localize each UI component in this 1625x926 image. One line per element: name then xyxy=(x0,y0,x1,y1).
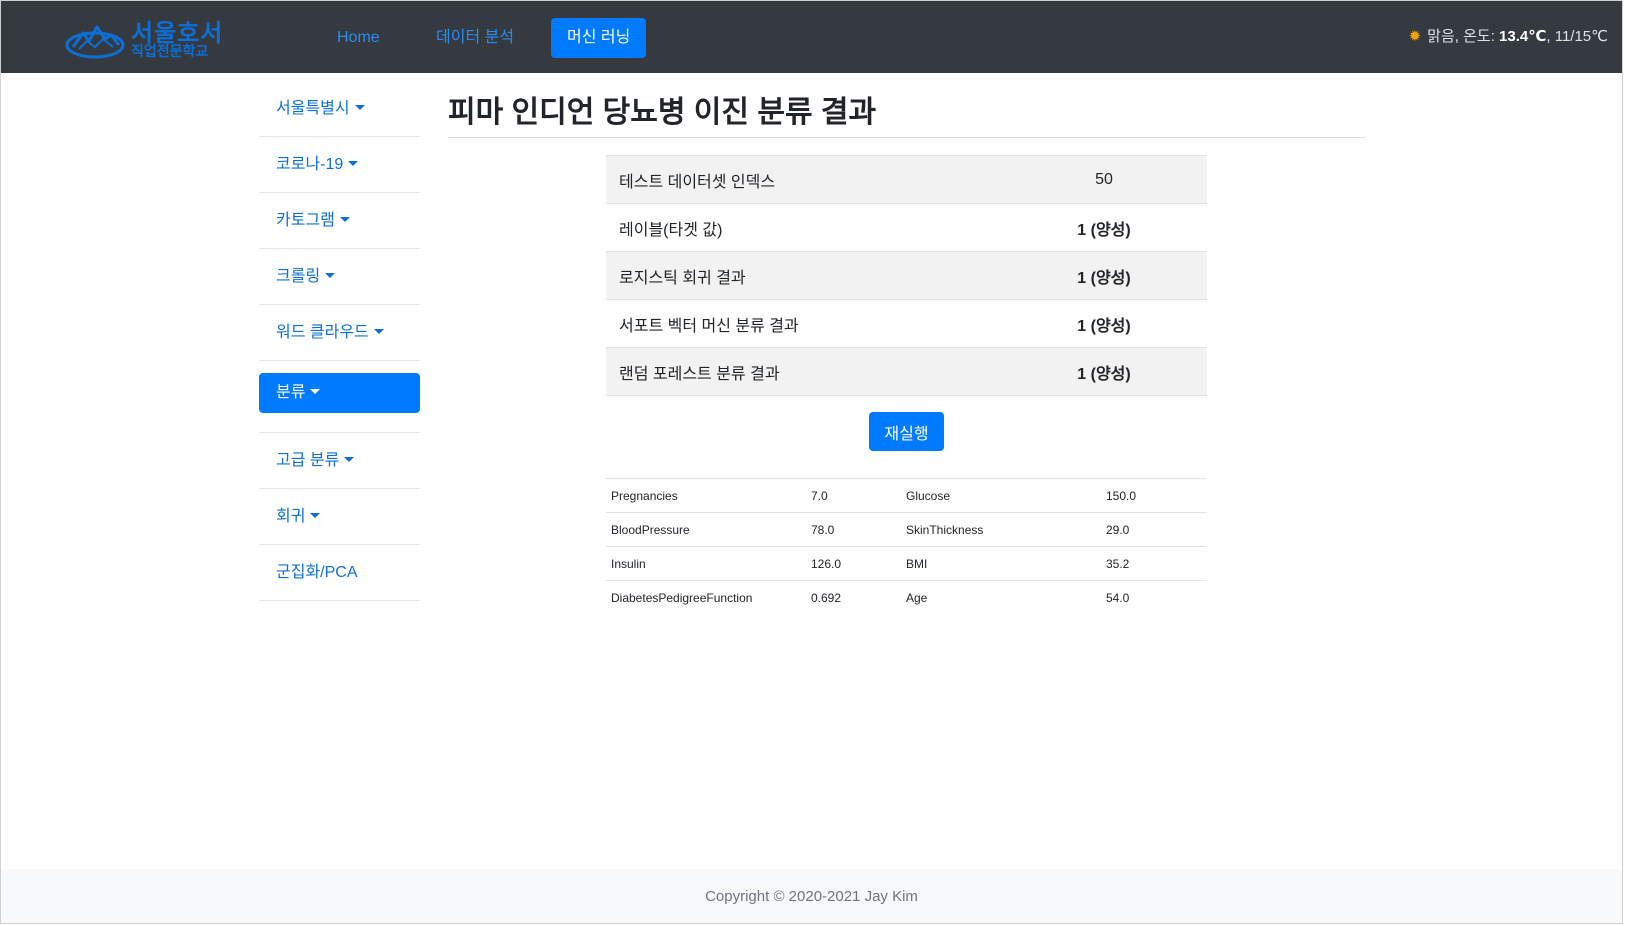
table-row: BloodPressure 78.0 SkinThickness 29.0 xyxy=(606,512,1207,547)
result-value: 1 (양성) xyxy=(1001,299,1207,348)
table-row: 로지스틱 회귀 결과 1 (양성) xyxy=(606,251,1207,300)
sidebar-item-label: 군집화/PCA xyxy=(276,564,358,581)
feature-value: 7.0 xyxy=(806,478,901,513)
app-window: 서울호서 직업전문학교 Home 데이터 분석 머신 러닝 ✹ 맑음, 온도: 1… xyxy=(0,0,1623,924)
feature-value: 29.0 xyxy=(1101,512,1207,547)
title-divider xyxy=(448,137,1366,138)
feature-name: Pregnancies xyxy=(606,478,806,513)
sidebar: 서울특별시 코로나-19 카토그램 크롤링 워드 클라우드 분류 고급 분류 회… xyxy=(259,81,420,601)
sidebar-item-seoul[interactable]: 서울특별시 xyxy=(259,81,420,137)
table-row: Pregnancies 7.0 Glucose 150.0 xyxy=(606,478,1207,513)
feature-name: DiabetesPedigreeFunction xyxy=(606,580,806,615)
results-table: 테스트 데이터셋 인덱스 50 레이블(타겟 값) 1 (양성) 로지스틱 회귀… xyxy=(606,155,1207,396)
result-value: 50 xyxy=(1001,155,1207,204)
sidebar-item-wrapper: 분류 xyxy=(259,361,420,433)
caret-down-icon xyxy=(325,273,336,278)
feature-value: 78.0 xyxy=(806,512,901,547)
sidebar-item-label: 크롤링 xyxy=(276,268,321,285)
feature-value: 54.0 xyxy=(1101,580,1207,615)
sidebar-item-label: 회귀 xyxy=(276,508,306,525)
logo-subname: 직업전문학교 xyxy=(131,43,209,59)
feature-value: 0.692 xyxy=(806,580,901,615)
copyright-text: Copyright © 2020-2021 Jay Kim xyxy=(705,888,918,905)
feature-name: Glucose xyxy=(901,478,1101,513)
top-navbar: 서울호서 직업전문학교 Home 데이터 분석 머신 러닝 ✹ 맑음, 온도: 1… xyxy=(1,1,1622,73)
feature-name: Age xyxy=(901,580,1101,615)
rerun-button[interactable]: 재실행 xyxy=(869,412,944,451)
nav-data-analysis[interactable]: 데이터 분석 xyxy=(420,18,530,58)
result-value: 1 (양성) xyxy=(1001,203,1207,252)
feature-name: BloodPressure xyxy=(606,512,806,547)
sidebar-item-cartogram[interactable]: 카토그램 xyxy=(259,193,420,249)
result-label: 로지스틱 회귀 결과 xyxy=(606,251,1001,300)
weather-temp: 13.4℃ xyxy=(1499,28,1547,45)
caret-down-icon xyxy=(310,389,321,394)
caret-down-icon xyxy=(339,217,350,222)
feature-value: 126.0 xyxy=(806,546,901,581)
weather-widget: ✹ 맑음, 온도: 13.4℃, 11/15℃ xyxy=(1409,25,1608,46)
sidebar-item-label: 고급 분류 xyxy=(276,452,340,469)
feature-value: 150.0 xyxy=(1101,478,1207,513)
feature-name: SkinThickness xyxy=(901,512,1101,547)
table-row: DiabetesPedigreeFunction 0.692 Age 54.0 xyxy=(606,580,1207,615)
sun-icon: ✹ xyxy=(1408,28,1422,45)
sidebar-item-label: 워드 클라우드 xyxy=(276,324,369,341)
caret-down-icon xyxy=(354,105,365,110)
sidebar-item-classification[interactable]: 분류 xyxy=(259,373,420,413)
weather-prefix: 맑음, 온도: xyxy=(1427,28,1500,45)
sidebar-item-label: 서울특별시 xyxy=(276,100,350,117)
features-table: Pregnancies 7.0 Glucose 150.0 BloodPress… xyxy=(606,478,1207,615)
result-value: 1 (양성) xyxy=(1001,251,1207,300)
result-label: 레이블(타겟 값) xyxy=(606,203,1001,252)
table-row: Insulin 126.0 BMI 35.2 xyxy=(606,546,1207,581)
caret-down-icon xyxy=(310,513,321,518)
nav-machine-learning[interactable]: 머신 러닝 xyxy=(551,18,647,58)
feature-name: Insulin xyxy=(606,546,806,581)
school-logo[interactable]: 서울호서 직업전문학교 xyxy=(65,11,235,63)
result-label: 서포트 벡터 머신 분류 결과 xyxy=(606,299,1001,348)
table-row: 랜덤 포레스트 분류 결과 1 (양성) xyxy=(606,347,1207,396)
footer: Copyright © 2020-2021 Jay Kim xyxy=(1,869,1622,923)
feature-name: BMI xyxy=(901,546,1101,581)
result-label: 랜덤 포레스트 분류 결과 xyxy=(606,347,1001,396)
sidebar-item-wordcloud[interactable]: 워드 클라우드 xyxy=(259,305,420,361)
result-value: 1 (양성) xyxy=(1001,347,1207,396)
table-row: 서포트 벡터 머신 분류 결과 1 (양성) xyxy=(606,299,1207,348)
feature-value: 35.2 xyxy=(1101,546,1207,581)
sidebar-item-label: 코로나-19 xyxy=(276,156,344,173)
sidebar-item-advanced-classification[interactable]: 고급 분류 xyxy=(259,433,420,489)
page-title: 피마 인디언 당뇨병 이진 분류 결과 xyxy=(448,96,877,129)
sidebar-item-covid19[interactable]: 코로나-19 xyxy=(259,137,420,193)
sidebar-item-crawling[interactable]: 크롤링 xyxy=(259,249,420,305)
logo-emblem-icon xyxy=(65,25,125,59)
result-label: 테스트 데이터셋 인덱스 xyxy=(606,155,1001,204)
sidebar-item-label: 분류 xyxy=(276,384,306,401)
nav-home[interactable]: Home xyxy=(321,18,396,58)
caret-down-icon xyxy=(344,457,355,462)
table-row: 레이블(타겟 값) 1 (양성) xyxy=(606,203,1207,252)
weather-range: , 11/15℃ xyxy=(1546,28,1608,45)
sidebar-item-regression[interactable]: 회귀 xyxy=(259,489,420,545)
sidebar-item-clustering-pca[interactable]: 군집화/PCA xyxy=(259,545,420,601)
caret-down-icon xyxy=(373,329,384,334)
sidebar-item-label: 카토그램 xyxy=(276,212,335,229)
caret-down-icon xyxy=(348,161,359,166)
table-row: 테스트 데이터셋 인덱스 50 xyxy=(606,155,1207,204)
